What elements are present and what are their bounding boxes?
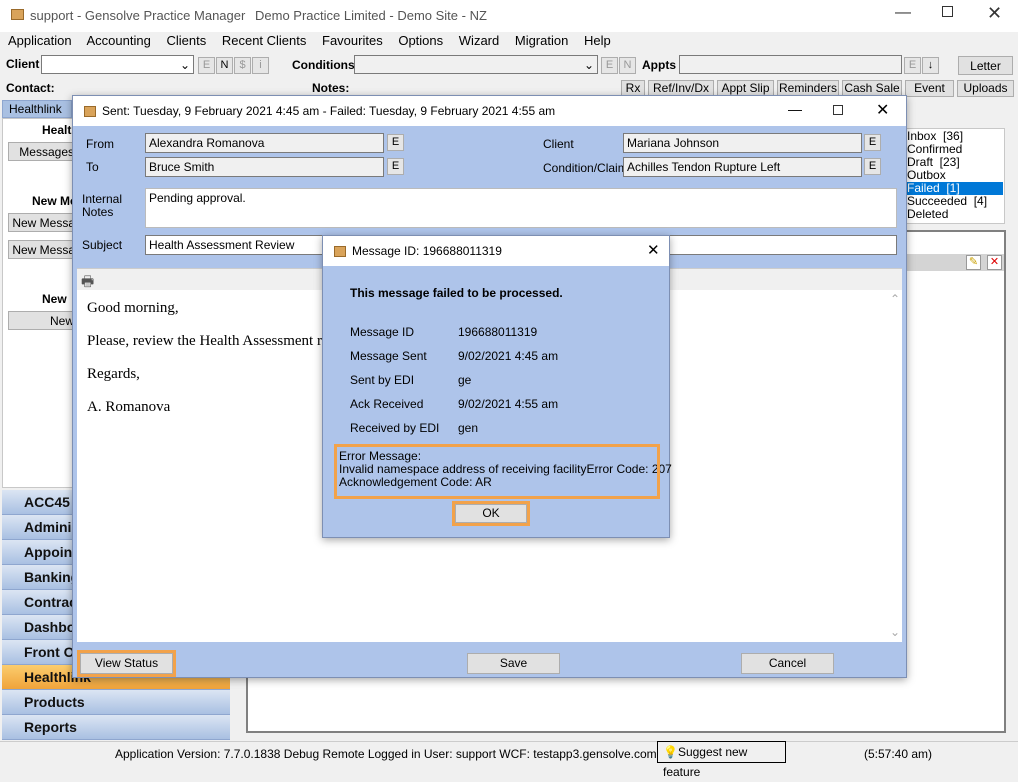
dialog-icon: [334, 246, 346, 257]
contact-label: Contact:: [6, 81, 55, 95]
menu-clients[interactable]: Clients: [166, 33, 206, 48]
message-sent-label: Message Sent: [350, 349, 427, 363]
new-message-button-1[interactable]: New Messa: [8, 213, 78, 232]
close-icon[interactable]: ✕: [876, 100, 889, 120]
minimize-icon[interactable]: —: [895, 4, 911, 22]
lightbulb-icon: 💡: [663, 745, 678, 759]
conditions-n-button[interactable]: N: [619, 57, 636, 74]
conditions-select[interactable]: ⌄: [354, 55, 598, 74]
tab-healthlink[interactable]: Healthlink: [2, 100, 72, 118]
letter-button[interactable]: Letter: [958, 56, 1013, 75]
menu-application[interactable]: Application: [8, 33, 72, 48]
message-id-label: Message ID: [350, 325, 415, 339]
to-e-button[interactable]: E: [387, 158, 404, 175]
client-n-button[interactable]: N: [216, 57, 233, 74]
nav-reports[interactable]: Reports: [2, 715, 230, 740]
sent-by-edi-value: ge: [458, 373, 472, 387]
condition-claim-label: Condition/Claim: [543, 161, 628, 175]
menu-migration[interactable]: Migration: [515, 33, 568, 48]
conditions-e-button[interactable]: E: [601, 57, 618, 74]
message-id-value: 196688011319: [458, 325, 538, 339]
to-field[interactable]: Bruce Smith: [145, 157, 384, 177]
menu-wizard[interactable]: Wizard: [459, 33, 499, 48]
left-heading-2: New Me: [32, 194, 77, 208]
dialog-title: Message ID: 196688011319: [352, 244, 502, 258]
message-sent-value: 9/02/2021 4:45 am: [458, 349, 559, 363]
from-e-button[interactable]: E: [387, 134, 404, 151]
menu-options[interactable]: Options: [398, 33, 443, 48]
event-button[interactable]: Event: [905, 80, 954, 97]
message-window-title: Sent: Tuesday, 9 February 2021 4:45 am -…: [102, 104, 556, 118]
condition-claim-field[interactable]: Achilles Tendon Rupture Left: [623, 157, 862, 177]
practice-title: Demo Practice Limited - Demo Site - NZ: [255, 8, 487, 23]
maximize-icon[interactable]: [942, 6, 953, 17]
suggest-feature-button[interactable]: 💡Suggest new feature: [657, 741, 786, 779]
condition-e-button[interactable]: E: [864, 158, 881, 175]
scroll-down-icon[interactable]: ⌄: [890, 625, 900, 640]
menu-bar: Application Accounting Clients Recent Cl…: [8, 33, 623, 48]
maximize-icon[interactable]: [833, 105, 843, 115]
chevron-down-icon: ⌄: [179, 58, 190, 72]
left-heading-1: Healt: [42, 123, 72, 137]
ack-received-label: Ack Received: [350, 397, 424, 411]
menu-help[interactable]: Help: [584, 33, 611, 48]
cancel-button[interactable]: Cancel: [741, 653, 834, 674]
nav-products[interactable]: Products: [2, 690, 230, 715]
acknowledgement-code: Acknowledgement Code: AR: [339, 475, 492, 489]
client-e-button[interactable]: E: [198, 57, 215, 74]
message-id-dialog: Message ID: 196688011319 ✕ This message …: [322, 235, 672, 538]
client-select[interactable]: ⌄: [41, 55, 194, 74]
received-by-edi-label: Received by EDI: [350, 421, 440, 435]
from-label: From: [86, 137, 114, 151]
client-field[interactable]: Mariana Johnson: [623, 133, 862, 153]
client-label: Client: [543, 137, 574, 151]
dialog-heading: This message failed to be processed.: [350, 286, 563, 300]
menu-recent-clients[interactable]: Recent Clients: [222, 33, 307, 48]
notes-label: Notes:: [312, 81, 350, 95]
received-by-edi-value: gen: [458, 421, 479, 435]
chevron-down-icon: ⌄: [583, 58, 594, 72]
app-icon: [11, 9, 24, 20]
ok-button[interactable]: OK: [452, 501, 530, 526]
edit-icon[interactable]: ✎: [966, 255, 981, 270]
window-icon: [84, 106, 96, 117]
app-title: support - Gensolve Practice Manager: [30, 8, 246, 23]
error-message-box: Error Message: Invalid namespace address…: [334, 444, 672, 499]
appts-e-button[interactable]: E: [904, 57, 921, 74]
appts-select[interactable]: [679, 55, 902, 74]
menu-accounting[interactable]: Accounting: [87, 33, 151, 48]
new-button-3[interactable]: New: [8, 311, 78, 330]
delete-icon[interactable]: ✕: [987, 255, 1002, 270]
messages-button[interactable]: Messages: [8, 142, 78, 161]
client-info-button[interactable]: i: [252, 57, 269, 74]
conditions-label: Conditions: [292, 58, 355, 72]
close-icon[interactable]: ✕: [987, 3, 1002, 24]
left-heading-3: New: [42, 292, 67, 306]
client-label: Client: [6, 57, 40, 71]
main-titlebar: support - Gensolve Practice Manager Demo…: [0, 0, 1018, 32]
download-icon[interactable]: ↓: [922, 57, 939, 74]
internal-notes-label-1: Internal: [82, 192, 123, 206]
sent-by-edi-label: Sent by EDI: [350, 373, 415, 387]
client-dollar-button[interactable]: $: [234, 57, 251, 74]
status-time: (5:57:40 am): [864, 747, 933, 761]
version-status: Application Version: 7.7.0.1838 Debug Re…: [115, 747, 687, 761]
appts-label: Appts: [642, 58, 676, 72]
internal-notes-field[interactable]: Pending approval.: [145, 188, 897, 228]
new-message-button-2[interactable]: New Messa: [8, 240, 78, 259]
subject-label: Subject: [82, 238, 123, 252]
client-e-button[interactable]: E: [864, 134, 881, 151]
folder-deleted[interactable]: Deleted: [907, 208, 1003, 221]
uploads-button[interactable]: Uploads: [957, 80, 1014, 97]
minimize-icon[interactable]: —: [788, 101, 802, 117]
menu-favourites[interactable]: Favourites: [322, 33, 383, 48]
from-field[interactable]: Alexandra Romanova: [145, 133, 384, 153]
close-icon[interactable]: ✕: [647, 241, 660, 259]
save-button[interactable]: Save: [467, 653, 560, 674]
view-status-button[interactable]: View Status: [77, 650, 176, 677]
ack-received-value: 9/02/2021 4:55 am: [458, 397, 559, 411]
to-label: To: [86, 160, 99, 174]
scroll-up-icon[interactable]: ⌃: [890, 292, 900, 307]
internal-notes-label-2: Notes: [82, 205, 114, 219]
